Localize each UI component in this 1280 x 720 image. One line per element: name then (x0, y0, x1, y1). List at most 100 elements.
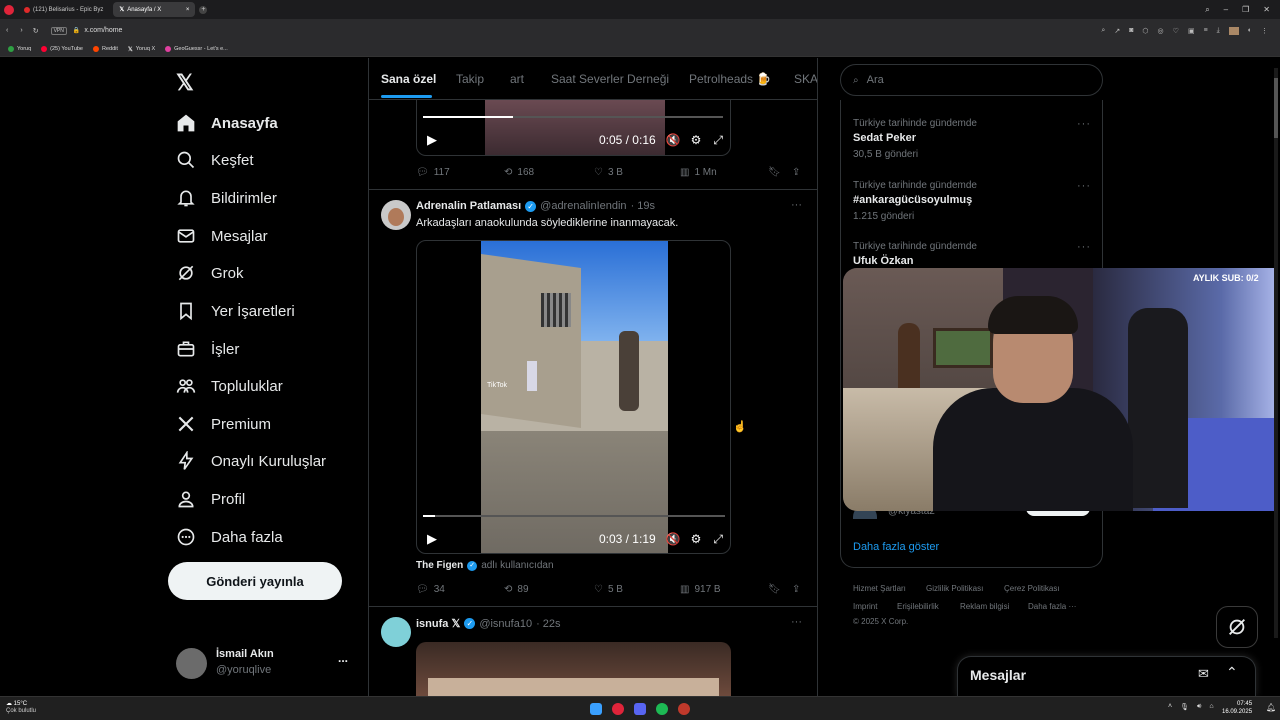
x-logo-icon[interactable]: 𝕏 (176, 70, 194, 96)
post2-video[interactable]: TikTok ▶ 0:03 / 1:19 🔇 ⚙ ⤢ (416, 240, 731, 554)
repost-button[interactable]: ⟲ 168 (504, 167, 594, 178)
fullscreen-icon[interactable]: ⤢ (713, 133, 723, 148)
post1-video[interactable]: ▶ 0:05 / 0:16 🔇 ⚙ ⤢ (416, 100, 731, 156)
footer-link[interactable]: Gizlilik Politikası (926, 584, 983, 593)
video-progress-track[interactable] (423, 116, 723, 118)
trend-more-icon[interactable]: ··· (1077, 241, 1091, 253)
footer-link[interactable]: Hizmet Şartları (853, 584, 906, 593)
spotify-taskbar-icon[interactable] (656, 703, 668, 715)
opera-logo-icon[interactable] (4, 4, 14, 15)
clock[interactable]: 07:45 16.09.2025 (1222, 700, 1252, 716)
tab-x-home[interactable]: 𝕏 Anasayfa / X × (113, 2, 196, 17)
sidebar-item-daha-fazla[interactable]: Daha fazla (176, 522, 283, 552)
cube-icon[interactable]: ▣ (1188, 27, 1195, 35)
play-icon[interactable]: ▶ (427, 531, 437, 547)
tab-youtube[interactable]: (121) Belisarius - Epic Byz (18, 2, 109, 17)
share-icon[interactable]: ↗ (1114, 27, 1120, 35)
like-button[interactable]: ♡ 3 B (594, 167, 680, 178)
maximize-icon[interactable]: ❐ (1242, 5, 1249, 15)
search-tabs-icon[interactable]: ⌕ (1205, 5, 1209, 15)
footer-link[interactable]: Çerez Politikası (1004, 584, 1060, 593)
show-more-link[interactable]: Daha fazla göster (853, 541, 939, 553)
post2-handle[interactable]: @adrenalinIendin (540, 200, 626, 212)
account-switcher[interactable]: İsmail Akın @yoruqlive ... (176, 646, 351, 680)
scrollbar-thumb[interactable] (1274, 78, 1278, 138)
scrollbar[interactable] (1274, 68, 1278, 638)
tab-petrolheads[interactable]: Petrolheads 🍺 (689, 72, 771, 86)
play-icon[interactable]: ▶ (427, 132, 437, 148)
vpn-badge[interactable]: VPN (50, 26, 67, 35)
post-more-icon[interactable]: ··· (791, 616, 802, 628)
new-message-icon[interactable]: ✉ (1198, 666, 1209, 682)
sidebar-item-profil[interactable]: Profil (176, 484, 245, 514)
sidebar-item-kesfet[interactable]: Keşfet (176, 145, 254, 175)
repost-button[interactable]: ⟲ 89 (504, 584, 594, 595)
sidebar-item-yer-isaretleri[interactable]: Yer İşaretleri (176, 296, 295, 326)
windows-start-icon[interactable] (590, 703, 602, 715)
close-tab-icon[interactable]: × (186, 7, 190, 13)
sidebar-item-bildirimler[interactable]: Bildirimler (176, 183, 277, 213)
trend-name[interactable]: #ankaragücüsoyulmuş (853, 194, 972, 206)
app-taskbar-icon[interactable] (678, 703, 690, 715)
like-button[interactable]: ♡ 5 B (594, 584, 680, 595)
expand-icon[interactable]: ⌃ (1226, 664, 1238, 681)
speaker-icon[interactable]: 🔊︎ (1197, 703, 1201, 711)
search-input[interactable]: Ara (867, 74, 884, 86)
new-tab-button[interactable]: + (199, 5, 208, 14)
trend-name[interactable]: Sedat Peker (853, 132, 916, 144)
post3-avatar[interactable] (381, 617, 411, 647)
trend-more-icon[interactable]: ··· (1077, 180, 1091, 192)
bookmark-button[interactable]: 🔖︎ (768, 167, 792, 178)
trend-more-icon[interactable]: ··· (1077, 118, 1091, 130)
sidebar-item-mesajlar[interactable]: Mesajlar (176, 221, 268, 251)
footer-link[interactable]: Daha fazla ··· (1028, 602, 1076, 611)
url-field[interactable]: x.com/home (84, 27, 122, 34)
extensions-icon[interactable]: ◐ (1248, 27, 1252, 35)
tab-art[interactable]: art (510, 72, 524, 86)
notification-icon[interactable]: 🔔︎ (1266, 703, 1276, 712)
weather-widget[interactable]: ☁ 15°C Çok bulutlu (6, 701, 36, 715)
discord-taskbar-icon[interactable] (634, 703, 646, 715)
post3-author-name[interactable]: isnufa 𝕏 (416, 617, 460, 630)
tray-chevron-icon[interactable]: ˄ (1168, 703, 1172, 711)
opera-taskbar-icon[interactable] (612, 703, 624, 715)
messages-dock[interactable]: Mesajlar ✉ ⌃ (957, 656, 1256, 696)
heart-icon[interactable]: ♡ (1173, 27, 1179, 35)
overflow-icon[interactable]: ⋮ (1261, 27, 1268, 35)
post2-time[interactable]: · 19s (631, 200, 655, 212)
share-button[interactable]: ⇪ (792, 584, 800, 595)
post2-author-name[interactable]: Adrenalin Patlaması (416, 200, 521, 212)
video-progress-track[interactable] (423, 515, 725, 517)
post2-avatar[interactable] (381, 200, 411, 230)
post3-media[interactable] (416, 642, 731, 696)
share-button[interactable]: ⇪ (792, 167, 800, 178)
back-icon[interactable]: ‹ (6, 27, 8, 34)
sidebar-item-anasayfa[interactable]: Anasayfa (176, 108, 278, 138)
camera-icon[interactable]: ◙ (1129, 27, 1133, 35)
tab-sana-ozel[interactable]: Sana özel (381, 72, 436, 86)
minimize-icon[interactable]: – (1224, 5, 1228, 15)
sidebar-item-topluluklar[interactable]: Topluluklar (176, 371, 283, 401)
footer-link[interactable]: Reklam bilgisi (960, 602, 1009, 611)
views-button[interactable]: ▥ 917 B (680, 584, 768, 595)
reload-icon[interactable]: ↻ (33, 27, 39, 35)
tab-takip[interactable]: Takip (456, 72, 484, 86)
source-name[interactable]: The Figen (416, 560, 463, 571)
trend-name[interactable]: Ufuk Özkan (853, 255, 914, 267)
settings-icon[interactable]: ⚙ (691, 133, 702, 147)
mute-icon[interactable]: 🔇 (666, 133, 681, 147)
footer-link[interactable]: Imprint (853, 602, 877, 611)
bookmark-item[interactable]: Reddit (93, 46, 118, 52)
fullscreen-icon[interactable]: ⤢ (713, 532, 723, 547)
views-button[interactable]: ▥ 1 Mn (680, 167, 768, 178)
sidebar-item-grok[interactable]: Grok (176, 258, 244, 288)
zoom-icon[interactable]: ⌕ (1101, 27, 1105, 35)
bookmark-item[interactable]: (25) YouTube (41, 46, 83, 52)
more-icon[interactable]: ... (338, 651, 348, 665)
post-button[interactable]: Gönderi yayınla (168, 562, 342, 600)
download-icon[interactable]: ⤓ (1217, 27, 1220, 35)
post3-time[interactable]: · 22s (536, 618, 560, 630)
bookmark-item[interactable]: GeoGuessr - Let's e... (165, 46, 228, 52)
sidebar-item-premium[interactable]: Premium (176, 409, 271, 439)
reply-button[interactable]: 💬︎ 34 (416, 584, 504, 595)
